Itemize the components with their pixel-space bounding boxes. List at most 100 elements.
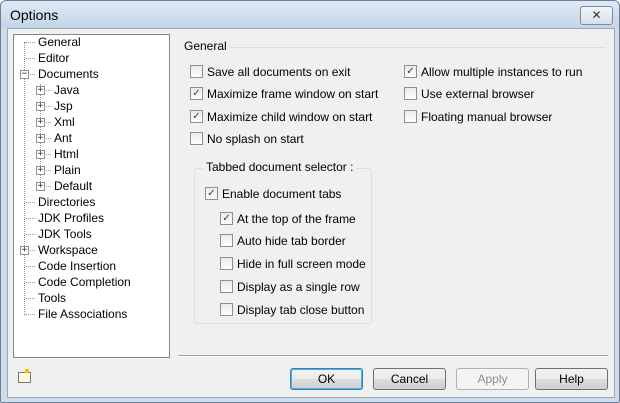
- checkbox-label: Enable document tabs: [222, 187, 342, 201]
- checkbox-label: Use external browser: [421, 87, 535, 101]
- close-icon: ✕: [591, 8, 602, 22]
- tree-item-general[interactable]: General: [14, 35, 164, 50]
- checkbox-label: Display tab close button: [237, 303, 365, 317]
- tree-item-label: Html: [54, 147, 79, 161]
- checkbox-icon[interactable]: [190, 132, 203, 145]
- tree-item-ant[interactable]: + Ant: [14, 131, 164, 146]
- checkbox-icon[interactable]: [404, 110, 417, 123]
- use-external-browser-checkbox[interactable]: Use external browser: [404, 86, 604, 102]
- display-single-row-checkbox[interactable]: Display as a single row: [220, 279, 368, 295]
- save-all-on-exit-checkbox[interactable]: Save all documents on exit: [190, 64, 390, 80]
- tree-item-xml[interactable]: + Xml: [14, 115, 164, 130]
- expand-icon[interactable]: +: [36, 150, 45, 159]
- checkbox-icon[interactable]: [190, 65, 203, 78]
- tree-item-label: Plain: [54, 163, 81, 177]
- general-group-divider: [230, 47, 606, 48]
- tree-item-label: Code Insertion: [38, 259, 117, 273]
- tree-item-editor[interactable]: Editor: [14, 51, 164, 66]
- tree-item-label: Workspace: [38, 243, 98, 257]
- checkbox-label: Maximize child window on start: [207, 110, 373, 124]
- checkbox-icon[interactable]: [220, 234, 233, 247]
- tree-item-jdk-tools[interactable]: JDK Tools: [14, 227, 164, 242]
- expand-icon[interactable]: +: [36, 166, 45, 175]
- tree-item-code-insertion[interactable]: Code Insertion: [14, 259, 164, 274]
- checkbox-icon[interactable]: [220, 280, 233, 293]
- tree-item-code-completion[interactable]: Code Completion: [14, 275, 164, 290]
- tree-item-label: JDK Profiles: [38, 211, 105, 225]
- display-tab-close-button-checkbox[interactable]: Display tab close button: [220, 302, 368, 318]
- allow-multiple-instances-checkbox[interactable]: ✓ Allow multiple instances to run: [404, 64, 604, 80]
- collapse-icon[interactable]: −: [20, 70, 29, 79]
- checkbox-icon[interactable]: [220, 303, 233, 316]
- no-splash-checkbox[interactable]: No splash on start: [190, 131, 390, 147]
- checkbox-label: Maximize frame window on start: [207, 87, 379, 101]
- options-dialog: Options ✕ General Editor − Documents + J…: [0, 0, 620, 403]
- checkbox-label: Floating manual browser: [421, 110, 553, 124]
- auto-hide-tab-border-checkbox[interactable]: Auto hide tab border: [220, 233, 368, 249]
- tree-item-plain[interactable]: + Plain: [14, 163, 164, 178]
- checkbox-label: No splash on start: [207, 132, 304, 146]
- close-button[interactable]: ✕: [580, 6, 613, 25]
- tree-item-directories[interactable]: Directories: [14, 195, 164, 210]
- window-title: Options: [10, 7, 59, 23]
- checkbox-icon[interactable]: [220, 257, 233, 270]
- expand-icon[interactable]: +: [36, 182, 45, 191]
- checkbox-icon[interactable]: [404, 87, 417, 100]
- tree-item-label: Jsp: [54, 99, 73, 113]
- tree-item-java[interactable]: + Java: [14, 83, 164, 98]
- checkmark-icon[interactable]: ✓: [190, 110, 203, 123]
- ok-button[interactable]: OK: [290, 368, 363, 390]
- apply-button[interactable]: Apply: [456, 368, 529, 390]
- floating-manual-browser-checkbox[interactable]: Floating manual browser: [404, 109, 604, 125]
- tree-item-tools[interactable]: Tools: [14, 291, 164, 306]
- expand-icon[interactable]: +: [20, 246, 29, 255]
- tabs-at-top-checkbox[interactable]: ✓ At the top of the frame: [220, 211, 368, 227]
- button-separator: [178, 355, 608, 357]
- tree-item-label: JDK Tools: [38, 227, 92, 241]
- tree-item-label: Documents: [38, 67, 99, 81]
- maximize-frame-window-checkbox[interactable]: ✓ Maximize frame window on start: [190, 86, 390, 102]
- tabbed-selector-title: Tabbed document selector :: [203, 160, 357, 174]
- tree-item-jdk-profiles[interactable]: JDK Profiles: [14, 211, 164, 226]
- tree-item-label: File Associations: [38, 307, 128, 321]
- tree-item-label: Java: [54, 83, 80, 97]
- folder-icon[interactable]: [18, 369, 31, 383]
- checkmark-icon[interactable]: ✓: [404, 65, 417, 78]
- checkbox-label: Auto hide tab border: [237, 234, 346, 248]
- tree-item-workspace[interactable]: + Workspace: [14, 243, 164, 258]
- enable-document-tabs-checkbox[interactable]: ✓ Enable document tabs: [205, 186, 365, 202]
- checkbox-label: Display as a single row: [237, 280, 360, 294]
- maximize-child-window-checkbox[interactable]: ✓ Maximize child window on start: [190, 109, 390, 125]
- checkmark-icon[interactable]: ✓: [190, 87, 203, 100]
- tree-item-label: Directories: [38, 195, 96, 209]
- tree-item-label: Tools: [38, 291, 67, 305]
- tree-item-label: Xml: [54, 115, 75, 129]
- tree-item-documents[interactable]: − Documents: [14, 67, 164, 82]
- checkbox-label: Save all documents on exit: [207, 65, 351, 79]
- tree-item-html[interactable]: + Html: [14, 147, 164, 162]
- general-group-title: General: [184, 39, 231, 53]
- help-button[interactable]: Help: [535, 368, 608, 390]
- expand-icon[interactable]: +: [36, 118, 45, 127]
- hide-in-full-screen-checkbox[interactable]: Hide in full screen mode: [220, 256, 368, 272]
- checkbox-label: Hide in full screen mode: [237, 257, 366, 271]
- tree-item-label: Code Completion: [38, 275, 131, 289]
- tree-item-default[interactable]: + Default: [14, 179, 164, 194]
- tree-item-jsp[interactable]: + Jsp: [14, 99, 164, 114]
- tree-item-label: Default: [54, 179, 93, 193]
- checkbox-label: Allow multiple instances to run: [421, 65, 583, 79]
- title-bar: Options ✕: [1, 1, 619, 28]
- dialog-body: General Editor − Documents + Java + Jsp: [7, 28, 615, 398]
- cancel-button[interactable]: Cancel: [373, 368, 446, 390]
- checkmark-icon[interactable]: ✓: [205, 187, 218, 200]
- expand-icon[interactable]: +: [36, 102, 45, 111]
- expand-icon[interactable]: +: [36, 86, 45, 95]
- tree-item-label: Ant: [54, 131, 73, 145]
- options-tree: General Editor − Documents + Java + Jsp: [13, 34, 170, 358]
- expand-icon[interactable]: +: [36, 134, 45, 143]
- checkbox-label: At the top of the frame: [237, 212, 356, 226]
- checkmark-icon[interactable]: ✓: [220, 212, 233, 225]
- tree-item-label: Editor: [38, 51, 70, 65]
- tree-item-label: General: [38, 35, 81, 49]
- tree-item-file-associations[interactable]: File Associations: [14, 307, 164, 322]
